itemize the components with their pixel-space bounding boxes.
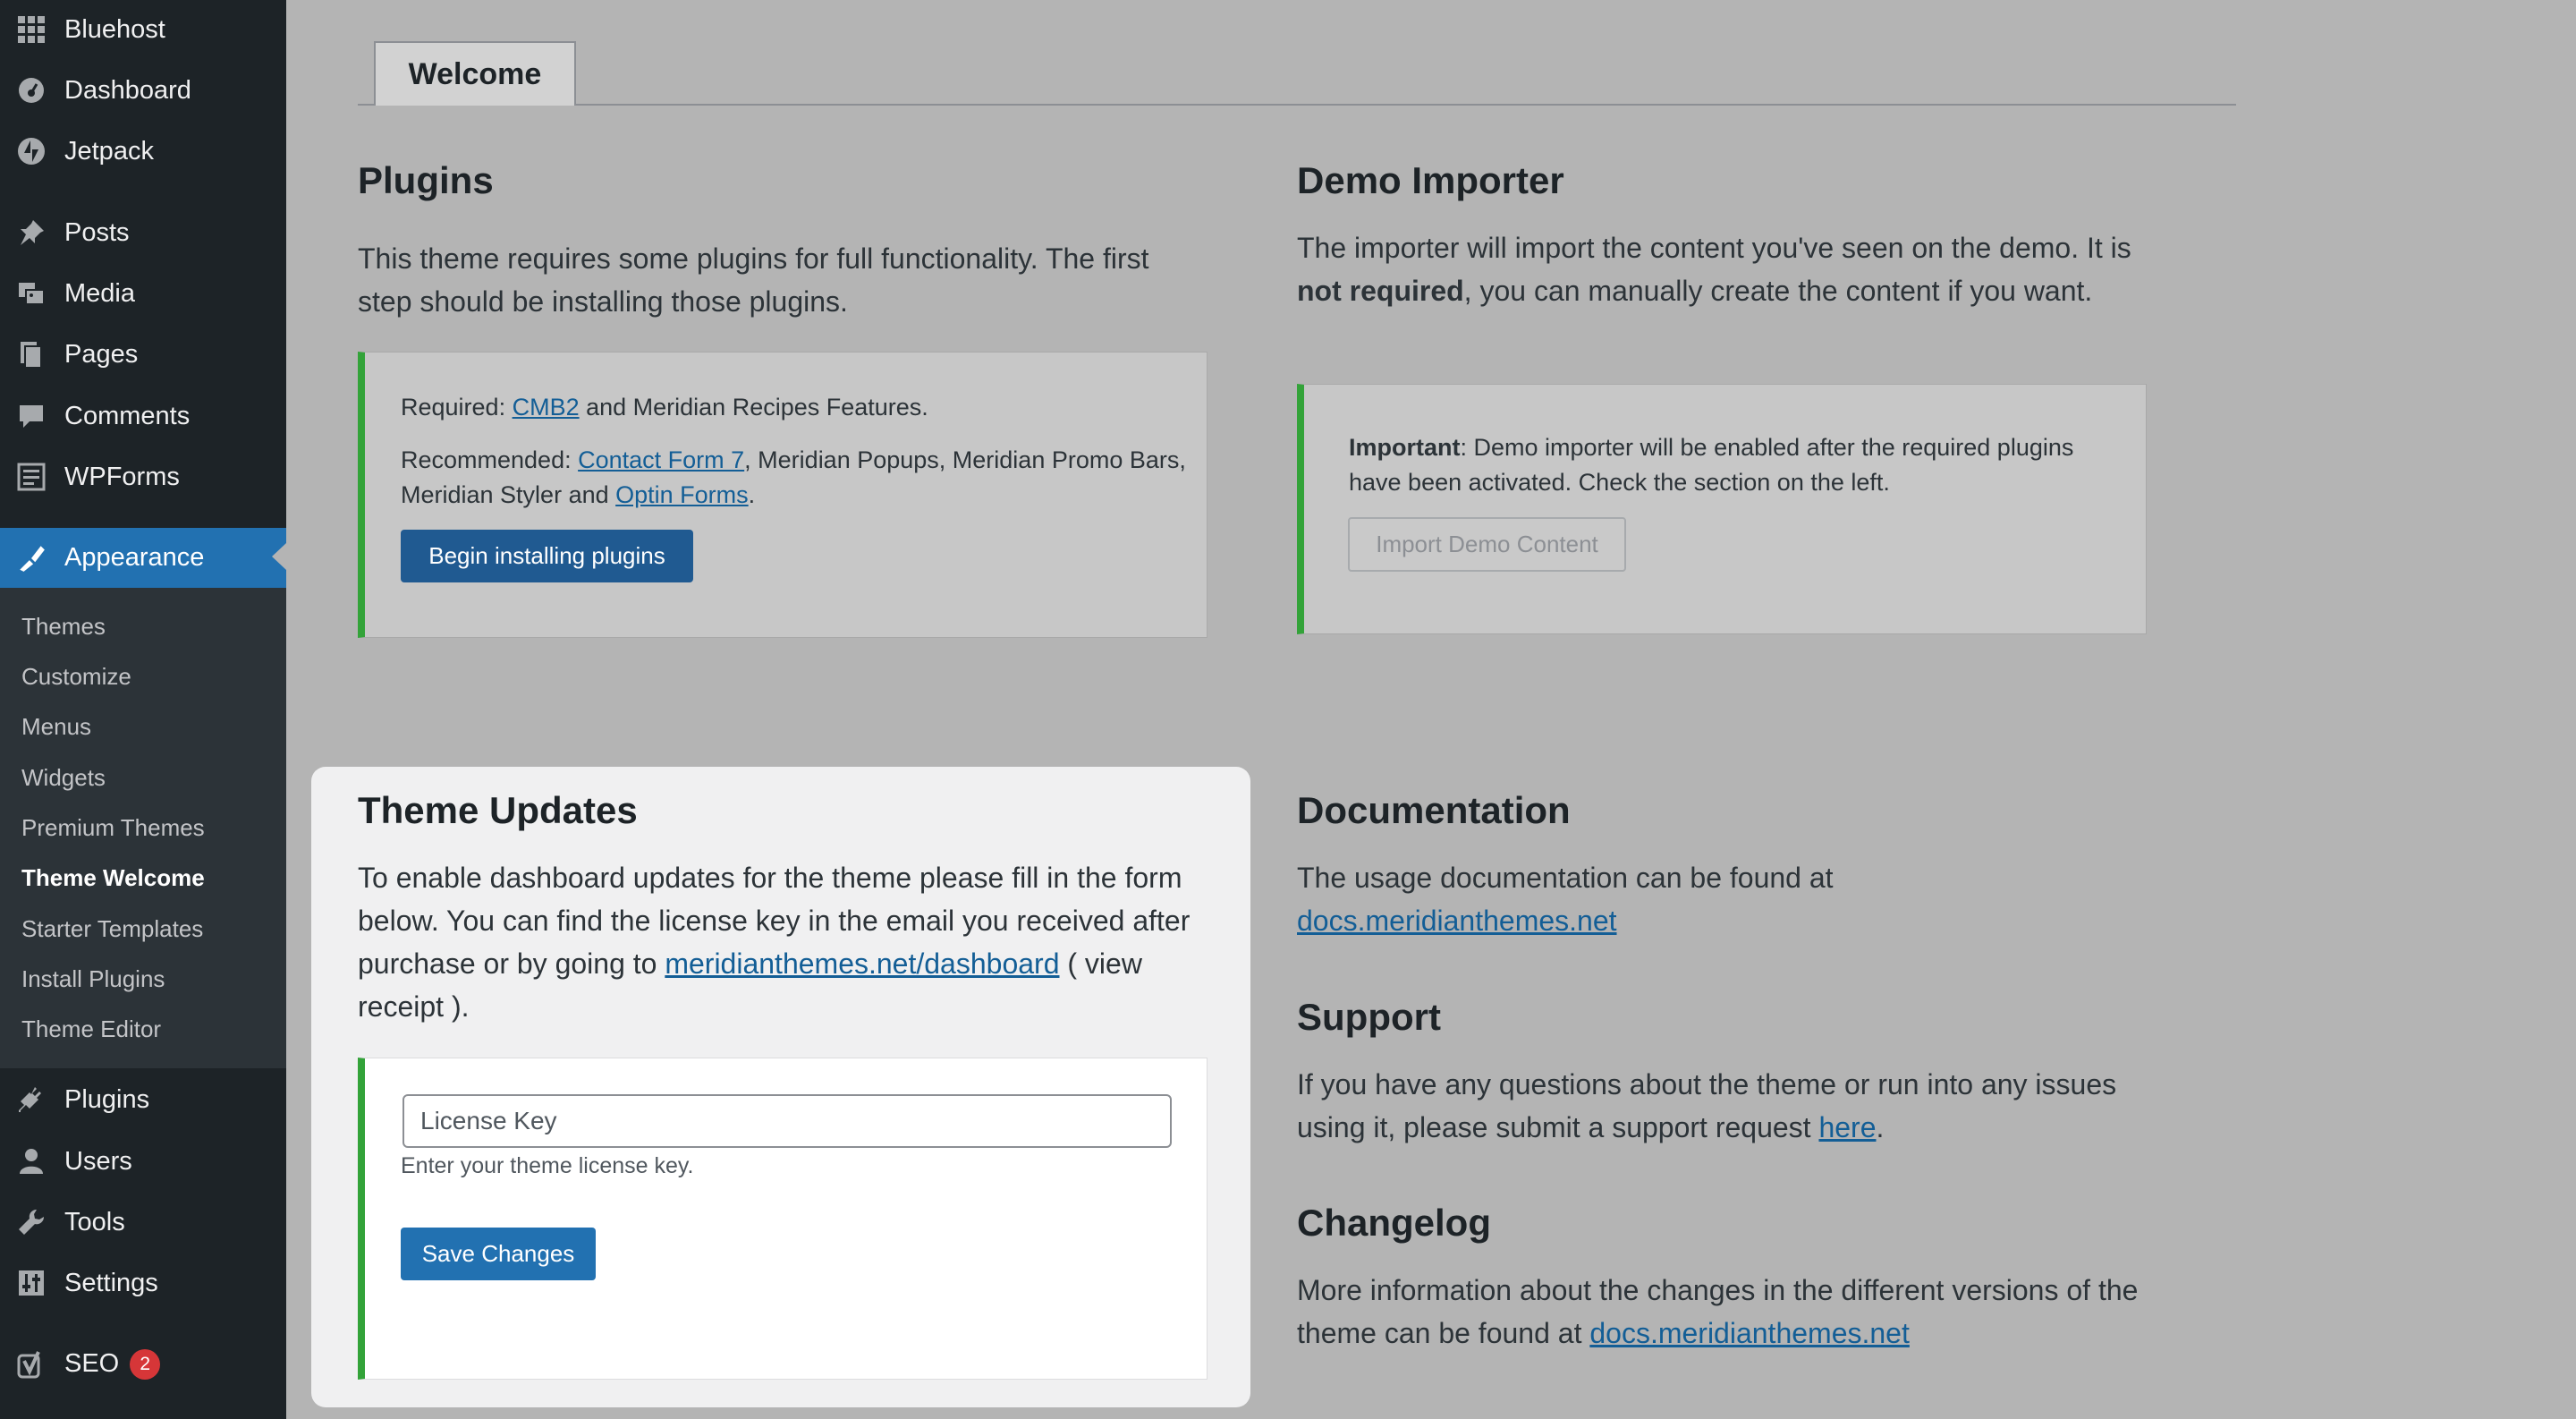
menu-label: Tools [64,1207,125,1236]
menu-item-settings[interactable]: Settings [0,1254,286,1312]
demo-importer-heading: Demo Importer [1297,159,1564,201]
documentation-body: The usage documentation can be found at [1297,862,1834,894]
yoast-icon [16,1349,47,1380]
support-heading: Support [1297,996,1441,1038]
menu-item-media[interactable]: Media [0,265,286,322]
import-demo-content-button[interactable]: Import Demo Content [1348,517,1626,572]
jetpack-icon [16,136,47,166]
menu-label: Jetpack [64,136,154,166]
menu-item-appearance[interactable]: Appearance [0,528,286,588]
contact-form-7-link[interactable]: Contact Form 7 [578,446,744,473]
submenu-item-menus[interactable]: Menus [21,713,91,741]
submenu-item-widgets[interactable]: Widgets [21,764,106,792]
menu-item-dashboard[interactable]: Dashboard [0,62,286,119]
menu-label: Appearance [64,543,205,572]
changelog-heading: Changelog [1297,1202,1491,1244]
menu-label: Settings [64,1268,158,1297]
plugins-notice: Required: CMB2 and Meridian Recipes Feat… [358,352,1208,638]
user-icon [16,1146,47,1177]
plug-icon [16,1084,47,1115]
submenu-item-themes[interactable]: Themes [21,613,106,641]
support-suffix: . [1876,1111,1885,1143]
wrench-icon [16,1207,47,1237]
menu-label: Media [64,278,135,308]
demo-intro-text: The importer will import the content you… [1297,232,2131,264]
menu-label: Bluehost [64,14,165,44]
menu-item-wpforms[interactable]: WPForms [0,448,286,506]
demo-intro-bold: not required [1297,275,1464,307]
optin-forms-link[interactable]: Optin Forms [615,481,749,508]
theme-updates-heading: Theme Updates [358,789,638,831]
forms-icon [16,462,47,492]
recommended-label: Recommended: [401,446,579,473]
recommended-plugins-text: Recommended: Contact Form 7, Meridian Po… [401,443,1188,513]
admin-sidebar: Bluehost Dashboard Jetpack Posts Media P… [0,0,286,1419]
pages-icon [16,339,47,370]
documentation-heading: Documentation [1297,789,1571,831]
changelog-text: More information about the changes in th… [1297,1269,2156,1355]
brush-icon [16,543,47,574]
tab-divider [358,104,2236,106]
changelog-link[interactable]: docs.meridianthemes.net [1589,1317,1910,1349]
menu-item-comments[interactable]: Comments [0,387,286,445]
menu-item-jetpack[interactable]: Jetpack [0,123,286,180]
submenu-item-starter-templates[interactable]: Starter Templates [21,915,203,943]
required-plugins-text: Required: CMB2 and Meridian Recipes Feat… [401,390,1188,425]
submenu-item-premium-themes[interactable]: Premium Themes [21,814,205,842]
menu-item-tools[interactable]: Tools [0,1194,286,1251]
begin-installing-plugins-button[interactable]: Begin installing plugins [401,530,693,582]
menu-label: Comments [64,401,191,430]
support-text: If you have any questions about the them… [1297,1063,2156,1149]
tab-welcome[interactable]: Welcome [374,41,576,106]
license-key-help: Enter your theme license key. [401,1153,694,1178]
submenu-item-install-plugins[interactable]: Install Plugins [21,965,165,993]
submenu-item-customize[interactable]: Customize [21,663,131,691]
comment-icon [16,401,47,431]
menu-item-seo[interactable]: SEO 2 [0,1336,286,1393]
plugins-intro: This theme requires some plugins for ful… [358,242,1149,318]
theme-updates-text: To enable dashboard updates for the them… [358,856,1199,1028]
menu-item-users[interactable]: Users [0,1133,286,1190]
menu-item-bluehost[interactable]: Bluehost [0,1,286,58]
menu-item-posts[interactable]: Posts [0,204,286,261]
appearance-submenu: Themes Customize Menus Widgets Premium T… [0,588,286,1068]
media-icon [16,278,47,309]
menu-label: Dashboard [64,75,191,105]
settings-icon [16,1268,47,1298]
demo-importer-notice: Important: Demo importer will be enabled… [1297,384,2147,634]
demo-notice-text: Important: Demo importer will be enabled… [1349,430,2118,500]
license-key-input[interactable] [402,1094,1172,1148]
menu-item-pages[interactable]: Pages [0,326,286,383]
grid-icon [16,14,47,45]
important-label: Important [1349,434,1461,461]
notification-badge: 2 [130,1349,161,1381]
documentation-text: The usage documentation can be found at … [1297,856,2156,942]
cmb2-link[interactable]: CMB2 [513,394,580,421]
submenu-item-theme-welcome[interactable]: Theme Welcome [21,864,205,892]
pin-icon [16,217,47,248]
required-suffix: and Meridian Recipes Features. [579,394,928,421]
documentation-link[interactable]: docs.meridianthemes.net [1297,905,1617,937]
menu-label: Pages [64,339,139,369]
dashboard-icon [16,75,47,106]
support-here-link[interactable]: here [1818,1111,1876,1143]
required-label: Required: [401,394,513,421]
dashboard-link[interactable]: meridianthemes.net/dashboard [665,947,1059,980]
menu-label: SEO [64,1348,120,1378]
plugins-heading: Plugins [358,159,494,201]
recommended-suffix: . [748,481,756,508]
menu-label: Users [64,1146,132,1176]
demo-intro-text-end: , you can manually create the content if… [1463,275,2093,307]
menu-label: WPForms [64,462,180,491]
menu-item-plugins[interactable]: Plugins [0,1071,286,1128]
demo-importer-intro: The importer will import the content you… [1297,226,2156,312]
submenu-item-theme-editor[interactable]: Theme Editor [21,1015,161,1043]
menu-label: Posts [64,217,130,247]
save-changes-button[interactable]: Save Changes [401,1228,596,1280]
support-body: If you have any questions about the them… [1297,1068,2117,1143]
menu-label: Plugins [64,1084,150,1114]
